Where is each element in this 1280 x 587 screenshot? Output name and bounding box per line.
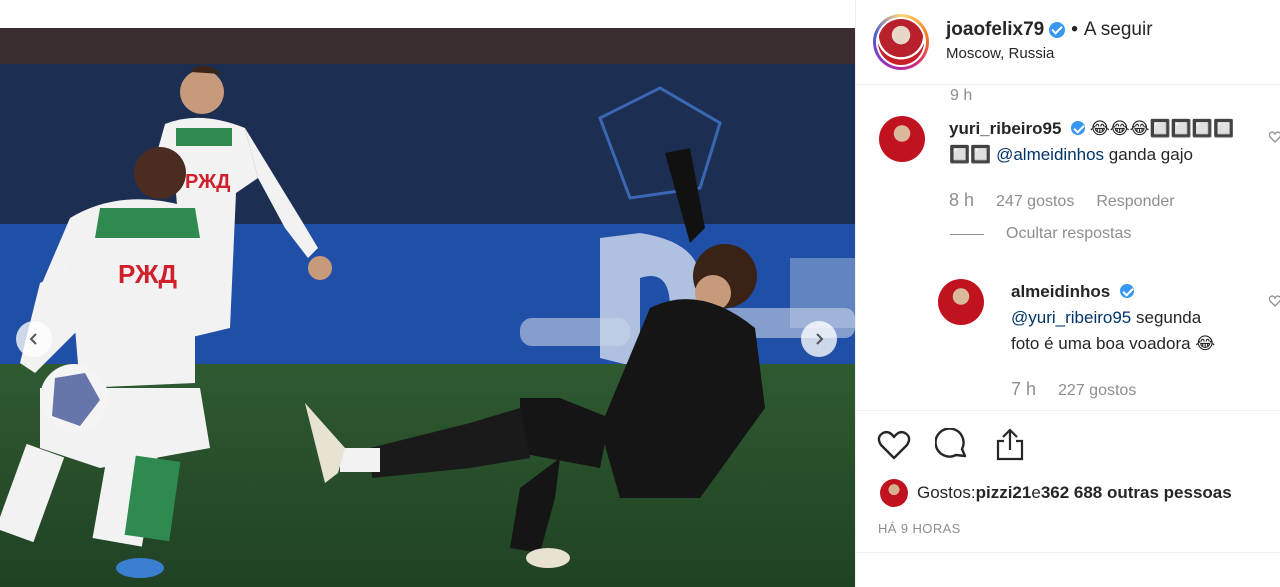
hide-replies-label: Ocultar respostas — [1006, 225, 1132, 242]
comment-username[interactable]: yuri_ribeiro95 — [949, 119, 1061, 138]
photo-illustration: РЖД РЖД — [0, 28, 855, 587]
comment-time-cut: 9 h — [950, 87, 973, 104]
liker-avatar[interactable] — [880, 479, 908, 507]
comments-list[interactable]: 9 h yuri_ribeiro95 😂😂😂🔲🔲🔲🔲 🔲🔲 @almeidinh… — [856, 85, 1280, 410]
comment-emojis-line2: 🔲🔲 — [949, 145, 992, 164]
comment-text: segunda — [1131, 308, 1202, 327]
football — [40, 364, 108, 432]
commenter-avatar-yuri[interactable] — [879, 116, 925, 162]
carousel-prev-button[interactable] — [16, 321, 52, 357]
hide-replies-button[interactable]: Ocultar respostas — [950, 225, 1131, 243]
comment-yuri: yuri_ribeiro95 😂😂😂🔲🔲🔲🔲 🔲🔲 @almeidinhos g… — [949, 116, 1249, 168]
comment-likes[interactable]: 227 gostos — [1058, 382, 1136, 400]
comment-emojis: 😂😂😂🔲🔲🔲🔲 — [1089, 119, 1235, 138]
share-button[interactable] — [992, 427, 1028, 463]
post-side-panel: joaofelix79 • A seguir Moscow, Russia 9 … — [855, 0, 1280, 587]
shirt-sponsor-back: РЖД — [185, 171, 230, 193]
top-strip — [0, 0, 855, 28]
post-timestamp[interactable]: HÁ 9 HORAS — [878, 521, 961, 536]
shirt-sponsor-front: РЖД — [118, 259, 177, 289]
verified-icon — [1049, 22, 1066, 38]
share-icon — [996, 428, 1024, 461]
comment-like-heart-icon[interactable] — [1269, 294, 1280, 308]
comment-time[interactable]: 7 h — [1011, 379, 1036, 400]
heart-icon — [877, 430, 911, 460]
chevron-left-icon — [29, 333, 37, 345]
comment-almeidinhos: almeidinhos @yuri_ribeiro95 segunda foto… — [1011, 279, 1266, 357]
comment-like-heart-icon[interactable] — [1269, 130, 1280, 144]
action-icons — [876, 427, 1028, 463]
stands — [0, 28, 855, 64]
following-button[interactable]: A seguir — [1084, 19, 1153, 41]
author-avatar[interactable] — [873, 14, 929, 70]
replies-divider — [950, 233, 984, 235]
post-header: joaofelix79 • A seguir Moscow, Russia — [856, 0, 1280, 85]
commenter-avatar-almeidinhos[interactable] — [938, 279, 984, 325]
author-line: joaofelix79 • A seguir — [946, 19, 1153, 41]
comment-text-line2: foto é uma boa voadora 😂 — [1011, 334, 1216, 353]
carousel-next-button[interactable] — [801, 321, 837, 357]
chevron-right-icon — [816, 333, 824, 345]
reply-button[interactable]: Responder — [1096, 193, 1174, 211]
author-username[interactable]: joaofelix79 — [946, 19, 1044, 41]
post-photo: РЖД РЖД — [0, 28, 855, 587]
comment-mention[interactable]: @almeidinhos — [996, 145, 1104, 164]
likes-connector: e — [1031, 483, 1041, 502]
likes-summary: Gostos: pizzi21 e 362 688 outras pessoas — [880, 479, 1232, 507]
comment-likes[interactable]: 247 gostos — [996, 193, 1074, 211]
comment-time[interactable]: 8 h — [949, 190, 974, 211]
divider — [856, 552, 1280, 553]
comment-text: ganda gajo — [1104, 145, 1193, 164]
like-button[interactable] — [876, 427, 912, 463]
verified-icon — [1119, 284, 1134, 298]
verified-icon — [1071, 121, 1086, 135]
comment-icon — [935, 428, 967, 458]
comment-button[interactable] — [934, 427, 970, 463]
post-location[interactable]: Moscow, Russia — [946, 45, 1054, 62]
post-actions: Gostos: pizzi21 e 362 688 outras pessoas… — [856, 410, 1280, 550]
comment-meta-yuri: 8 h 247 gostos Responder — [949, 190, 1175, 211]
likes-prefix: Gostos: — [917, 483, 976, 502]
comment-meta-almeidinhos: 7 h 227 gostos — [1011, 379, 1136, 400]
likes-count[interactable]: 362 688 outras pessoas — [1041, 483, 1232, 503]
comment-mention[interactable]: @yuri_ribeiro95 — [1011, 308, 1131, 327]
author-avatar-image — [878, 19, 924, 65]
header-bullet: • — [1071, 19, 1078, 40]
liker-username[interactable]: pizzi21 — [976, 483, 1032, 503]
comment-username[interactable]: almeidinhos — [1011, 282, 1110, 301]
